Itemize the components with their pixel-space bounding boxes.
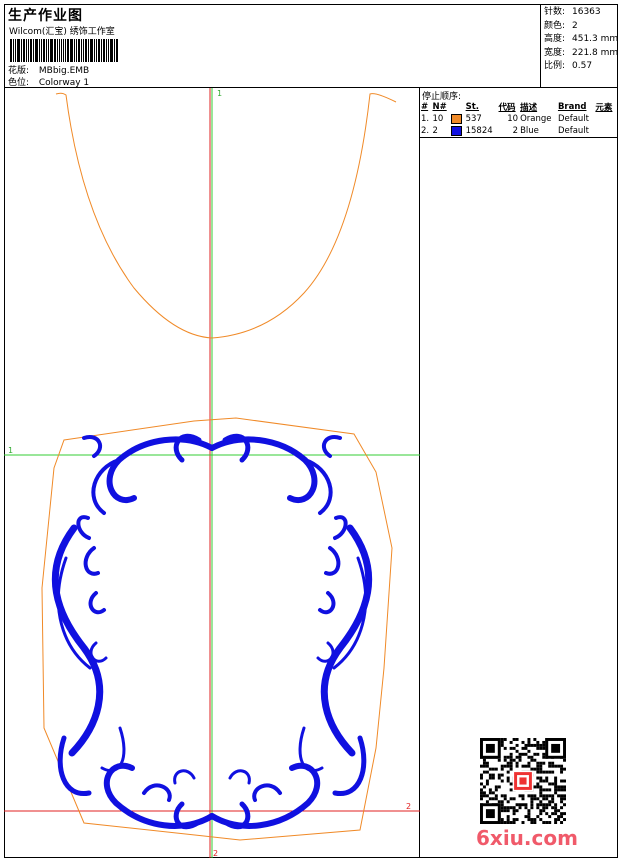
panel-divider	[420, 137, 618, 138]
stat-colors: 颜色: 2	[544, 20, 578, 31]
colorway-line: 色位: Colorway 1	[8, 75, 89, 88]
sheet-title: 生产作业图	[8, 8, 83, 24]
neckline-outline	[55, 92, 397, 339]
watermark: 6xiu.com	[476, 826, 578, 850]
col-header: Brand	[557, 102, 587, 112]
axis-label-v-bottom: 2	[213, 849, 218, 858]
axis-label-v-top: 1	[217, 89, 222, 98]
table-row: 2. 2 15824 2 Blue Default	[421, 125, 589, 136]
sheet-header: 生产作业图 Wilcom(汇宝) 绣饰工作室 花版: MBbig.EMB 色位:…	[4, 4, 618, 88]
design-preview: 1 2 1 2	[4, 88, 420, 858]
colorway-label: 色位:	[8, 78, 30, 88]
col-header	[450, 101, 465, 113]
table-header-row: # N# St. 代码 描述 Brand 元素	[420, 101, 616, 113]
col-header: St.	[465, 102, 480, 112]
axis-label-h-right: 2	[406, 802, 411, 811]
qr-code-icon	[480, 738, 566, 824]
col-header: 描述	[520, 103, 538, 113]
axis-label-h-left: 1	[8, 446, 13, 455]
table-row: 1. 10 537 10 Orange Default	[421, 113, 589, 124]
col-header: 元素	[595, 103, 613, 113]
design-canvas: 1 2 1 2	[4, 88, 420, 858]
color-swatch-blue	[450, 125, 462, 136]
color-swatch-orange	[450, 113, 462, 124]
barcode	[10, 39, 118, 62]
col-header: 代码	[498, 103, 516, 113]
stop-sequence-table: # N# St. 代码 描述 Brand 元素 1. 10 537 10 Ora…	[420, 101, 616, 137]
stat-width: 宽度: 221.8 mm	[544, 47, 619, 58]
col-header: N#	[432, 102, 447, 112]
stat-stitches: 针数: 16363	[544, 7, 601, 17]
stop-sequence-panel: 停止顺序: # N# St. 代码 描述 Brand 元素 1. 10 537 …	[420, 88, 618, 138]
stat-height: 高度: 451.3 mm	[544, 34, 619, 44]
stats-panel: 针数: 16363 颜色: 2 高度: 451.3 mm 宽度: 221.8 mm 比例…	[540, 4, 618, 88]
col-header: #	[421, 102, 429, 112]
stop-sequence-title: 停止顺序:	[422, 92, 462, 102]
colorway-value: Colorway 1	[38, 78, 90, 88]
stat-scale: 比例: 0.57	[544, 61, 593, 71]
company-name: Wilcom(汇宝) 绣饰工作室	[9, 27, 115, 37]
